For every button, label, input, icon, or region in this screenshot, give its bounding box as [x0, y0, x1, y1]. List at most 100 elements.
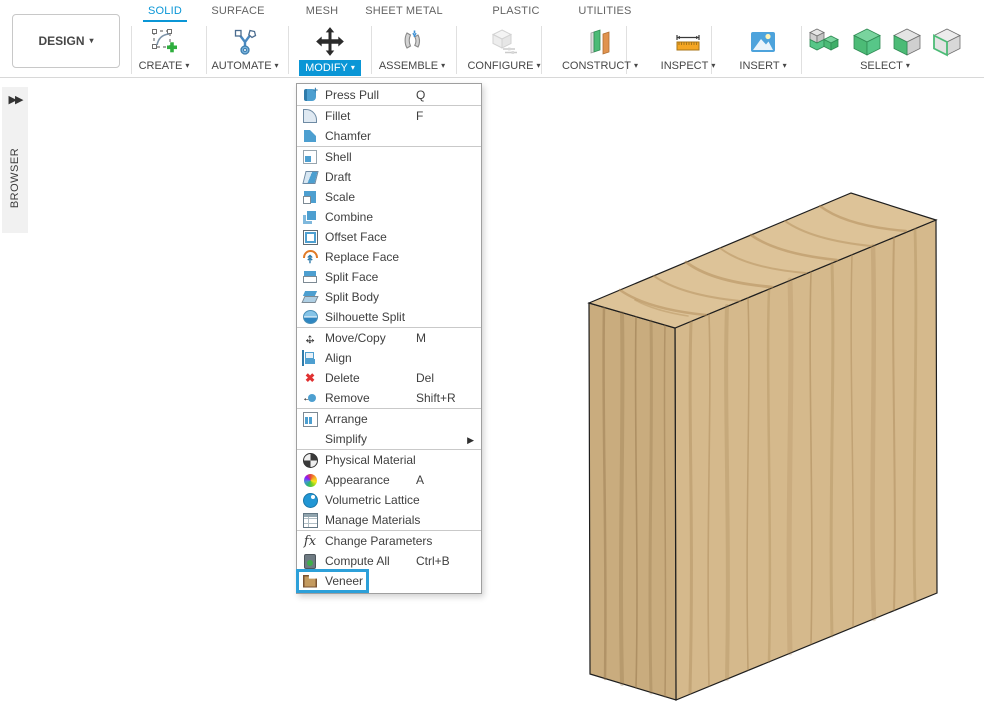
menu-item-shortcut: Q	[416, 88, 425, 102]
menu-item-label: Split Face	[325, 270, 378, 284]
none-icon	[302, 431, 318, 447]
toolbar-group-modify[interactable]: MODIFY▾	[287, 22, 373, 78]
menu-item-label: Align	[325, 351, 352, 365]
modify-menu-item[interactable]: Volumetric Lattice	[297, 490, 481, 510]
wood-board[interactable]	[589, 193, 937, 700]
menu-item-label: Volumetric Lattice	[325, 493, 420, 507]
modify-menu-item[interactable]: Silhouette Split	[297, 307, 481, 327]
menu-item-label: Change Parameters	[325, 534, 432, 548]
chevron-down-icon: ▾	[351, 64, 355, 72]
expand-browser-icon[interactable]: ▶▶	[9, 93, 22, 106]
create-label: CREATE	[139, 60, 183, 72]
assemble-icon	[397, 25, 427, 59]
modify-menu-item[interactable]: Split Body	[297, 287, 481, 307]
splitface-icon	[302, 269, 318, 285]
design-workspace-button[interactable]: DESIGN ▾	[12, 14, 120, 68]
ribbon-tab[interactable]: SHEET METAL	[360, 0, 448, 22]
menu-item-label: Shell	[325, 150, 352, 164]
chamfer-icon	[302, 128, 318, 144]
menu-item-label: Combine	[325, 210, 373, 224]
toolbar-group-create[interactable]: CREATE▾	[121, 22, 207, 78]
modify-menu-item[interactable]: Draft	[297, 167, 481, 187]
appearance-icon	[302, 472, 318, 488]
splitbody-icon	[302, 289, 318, 305]
toolbar-group-select[interactable]: SELECT▾	[795, 22, 975, 78]
toolbar-group-insert[interactable]: INSERT▾	[720, 22, 806, 78]
inspect-label: INSPECT	[661, 60, 709, 72]
chevron-down-icon: ▾	[783, 62, 787, 70]
modify-menu-item[interactable]: Replace Face	[297, 247, 481, 267]
chevron-down-icon: ▾	[275, 62, 279, 70]
menu-item-shortcut: Del	[416, 371, 434, 385]
toolbar-group-automate[interactable]: AUTOMATE▾	[202, 22, 288, 78]
modify-menu-item[interactable]: Chamfer	[297, 126, 481, 146]
model-viewport[interactable]	[29, 79, 984, 717]
chevron-down-icon: ▾	[536, 62, 540, 70]
modify-menu-item[interactable]: Simplify	[297, 429, 481, 449]
scale-icon	[302, 189, 318, 205]
chevron-down-icon: ▾	[906, 62, 910, 70]
menu-item-label: Split Body	[325, 290, 379, 304]
ribbon-tab-label: UTILITIES	[578, 5, 631, 17]
select-mode-solid-icon[interactable]	[851, 27, 883, 57]
menu-item-shortcut: F	[416, 109, 423, 123]
menu-item-shortcut: Ctrl+B	[416, 554, 450, 568]
chevron-down-icon: ▾	[90, 37, 94, 45]
modify-menu-item[interactable]: Arrange	[297, 409, 481, 429]
select-mode-face-icon[interactable]	[891, 27, 923, 57]
wood-face-left[interactable]	[589, 303, 676, 700]
menu-item-label: Compute All	[325, 554, 390, 568]
ribbon-tab[interactable]: SOLID	[143, 0, 187, 22]
select-mode-body-outline-icon[interactable]	[931, 27, 963, 57]
modify-menu-item[interactable]: Move/Copy M	[297, 328, 481, 348]
modify-menu-item[interactable]: Change Parameters	[297, 531, 481, 551]
modify-menu-item[interactable]: Physical Material	[297, 450, 481, 470]
menu-item-shortcut: Shift+R	[416, 391, 456, 405]
modify-menu-item[interactable]: Split Face	[297, 267, 481, 287]
browser-panel-label: BROWSER	[9, 148, 21, 208]
modify-menu-item[interactable]: Press Pull Q	[297, 85, 481, 105]
menu-item-label: Scale	[325, 190, 355, 204]
menu-item-shortcut: A	[416, 473, 424, 487]
vlattice-icon	[302, 492, 318, 508]
toolbar-group-construct[interactable]: CONSTRUCT▾	[557, 22, 643, 78]
assemble-label: ASSEMBLE	[379, 60, 438, 72]
ribbon-tab[interactable]: SURFACE	[206, 0, 269, 22]
modify-menu-item[interactable]: Remove Shift+R	[297, 388, 481, 408]
menu-item-label: Simplify	[325, 432, 367, 446]
modify-menu-item[interactable]: Shell	[297, 147, 481, 167]
physmat-icon	[302, 452, 318, 468]
menu-item-label: Veneer	[325, 574, 363, 588]
modify-menu-item[interactable]: Appearance A	[297, 470, 481, 490]
modify-menu-item[interactable]: Align	[297, 348, 481, 368]
menu-item-label: Fillet	[325, 109, 350, 123]
modify-menu-item[interactable]: Veneer	[297, 571, 481, 591]
menu-item-shortcut: M	[416, 331, 426, 345]
chevron-down-icon: ▾	[711, 62, 715, 70]
modify-menu-item[interactable]: Compute All Ctrl+B	[297, 551, 481, 571]
ribbon-tab[interactable]: UTILITIES	[573, 0, 636, 22]
modify-menu-item[interactable]: Combine	[297, 207, 481, 227]
ribbon-tab[interactable]: MESH	[301, 0, 344, 22]
toolbar-separator	[456, 26, 457, 74]
select-mode-bodies-icon[interactable]	[807, 27, 843, 57]
toolbar-group-assemble[interactable]: ASSEMBLE▾	[369, 22, 455, 78]
configure-icon	[489, 25, 519, 59]
modify-menu-item[interactable]: Offset Face	[297, 227, 481, 247]
combine-icon	[302, 209, 318, 225]
modify-move-arrows-icon	[314, 25, 346, 59]
remove-icon	[302, 390, 318, 406]
modify-label: MODIFY	[305, 62, 348, 74]
modify-menu-item[interactable]: Delete Del	[297, 368, 481, 388]
modify-menu-item[interactable]: Fillet F	[297, 106, 481, 126]
ribbon-tab[interactable]: PLASTIC	[487, 0, 544, 22]
browser-panel-collapsed: ▶▶ BROWSER	[2, 87, 28, 233]
modify-menu-item[interactable]: Manage Materials	[297, 510, 481, 530]
toolbar-group-configure[interactable]: CONFIGURE▾	[461, 22, 547, 78]
modify-menu-item[interactable]: Scale	[297, 187, 481, 207]
fx-icon	[302, 533, 318, 549]
chevron-down-icon: ▾	[185, 62, 189, 70]
toolbar-group-inspect[interactable]: INSPECT▾	[645, 22, 731, 78]
create-icon	[149, 25, 179, 59]
insert-image-icon	[748, 25, 778, 59]
